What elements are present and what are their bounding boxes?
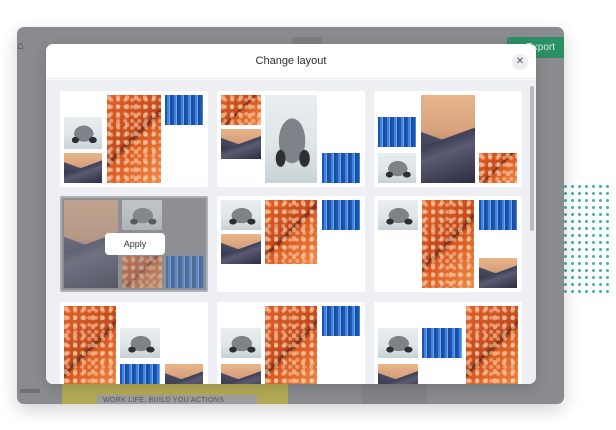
mountain-photo-tile bbox=[221, 234, 261, 264]
car-photo-tile bbox=[378, 153, 416, 183]
car-photo-tile bbox=[221, 200, 261, 230]
mountain-photo-tile bbox=[479, 258, 517, 288]
mountain-photo-tile bbox=[421, 95, 475, 183]
background-footer-item bbox=[20, 389, 40, 393]
layout-option-9[interactable] bbox=[374, 302, 522, 384]
blue-pattern-tile bbox=[165, 95, 203, 125]
dialog-header: Change layout ✕ bbox=[46, 44, 536, 79]
mountain-photo-tile bbox=[378, 364, 418, 384]
blue-pattern-tile bbox=[479, 200, 517, 230]
blue-pattern-tile bbox=[422, 328, 462, 358]
basketball-photo-tile bbox=[221, 95, 261, 125]
change-layout-dialog: Change layout ✕ Apply bbox=[46, 44, 536, 384]
car-photo-tile bbox=[221, 328, 261, 358]
home-icon[interactable]: ⌂ bbox=[17, 41, 27, 52]
basketball-photo-tile bbox=[64, 306, 116, 384]
layout-option-3[interactable] bbox=[374, 91, 522, 187]
basketball-photo-tile bbox=[422, 200, 474, 288]
layout-option-5[interactable] bbox=[217, 196, 365, 292]
layout-option-4[interactable]: Apply bbox=[60, 196, 208, 292]
basketball-photo-tile bbox=[122, 256, 162, 288]
car-photo-tile bbox=[265, 95, 317, 183]
apply-button[interactable]: Apply bbox=[105, 233, 165, 255]
basketball-photo-tile bbox=[479, 153, 517, 183]
blue-pattern-tile bbox=[322, 306, 360, 336]
layout-option-7[interactable] bbox=[60, 302, 208, 384]
basketball-photo-tile bbox=[265, 200, 317, 264]
basketball-photo-tile bbox=[466, 306, 518, 384]
layout-option-6[interactable] bbox=[374, 196, 522, 292]
close-icon[interactable]: ✕ bbox=[512, 54, 528, 70]
layout-grid: Apply bbox=[46, 80, 536, 384]
background-document-text: WORK LIFE, BUILD YOU ACTIONS bbox=[97, 395, 257, 404]
car-photo-tile bbox=[120, 328, 160, 358]
mountain-photo-tile bbox=[64, 153, 102, 183]
layout-option-1[interactable] bbox=[60, 91, 208, 187]
dialog-scrollbar[interactable] bbox=[530, 80, 534, 384]
blue-pattern-tile bbox=[166, 256, 204, 288]
car-photo-tile bbox=[378, 328, 418, 358]
layout-option-2[interactable] bbox=[217, 91, 365, 187]
basketball-photo-tile bbox=[265, 306, 317, 384]
blue-pattern-tile bbox=[322, 153, 360, 183]
car-photo-tile bbox=[378, 200, 418, 230]
mountain-photo-tile bbox=[221, 364, 261, 384]
background-panel-block bbox=[362, 383, 427, 404]
mountain-photo-tile bbox=[165, 364, 203, 384]
car-photo-tile bbox=[64, 117, 102, 149]
mountain-photo-tile bbox=[221, 129, 261, 159]
decorative-dot-grid bbox=[562, 183, 610, 293]
dialog-title: Change layout bbox=[255, 55, 327, 67]
blue-pattern-tile bbox=[322, 200, 360, 230]
blue-pattern-tile bbox=[120, 364, 160, 384]
basketball-photo-tile bbox=[107, 95, 161, 183]
layout-option-8[interactable] bbox=[217, 302, 365, 384]
blue-pattern-tile bbox=[378, 117, 416, 147]
scrollbar-thumb[interactable] bbox=[530, 86, 534, 231]
car-photo-tile bbox=[122, 200, 162, 230]
stage: ⌂ Export WORK LIFE, BUILD YOU ACTIONS Ch… bbox=[0, 0, 616, 430]
